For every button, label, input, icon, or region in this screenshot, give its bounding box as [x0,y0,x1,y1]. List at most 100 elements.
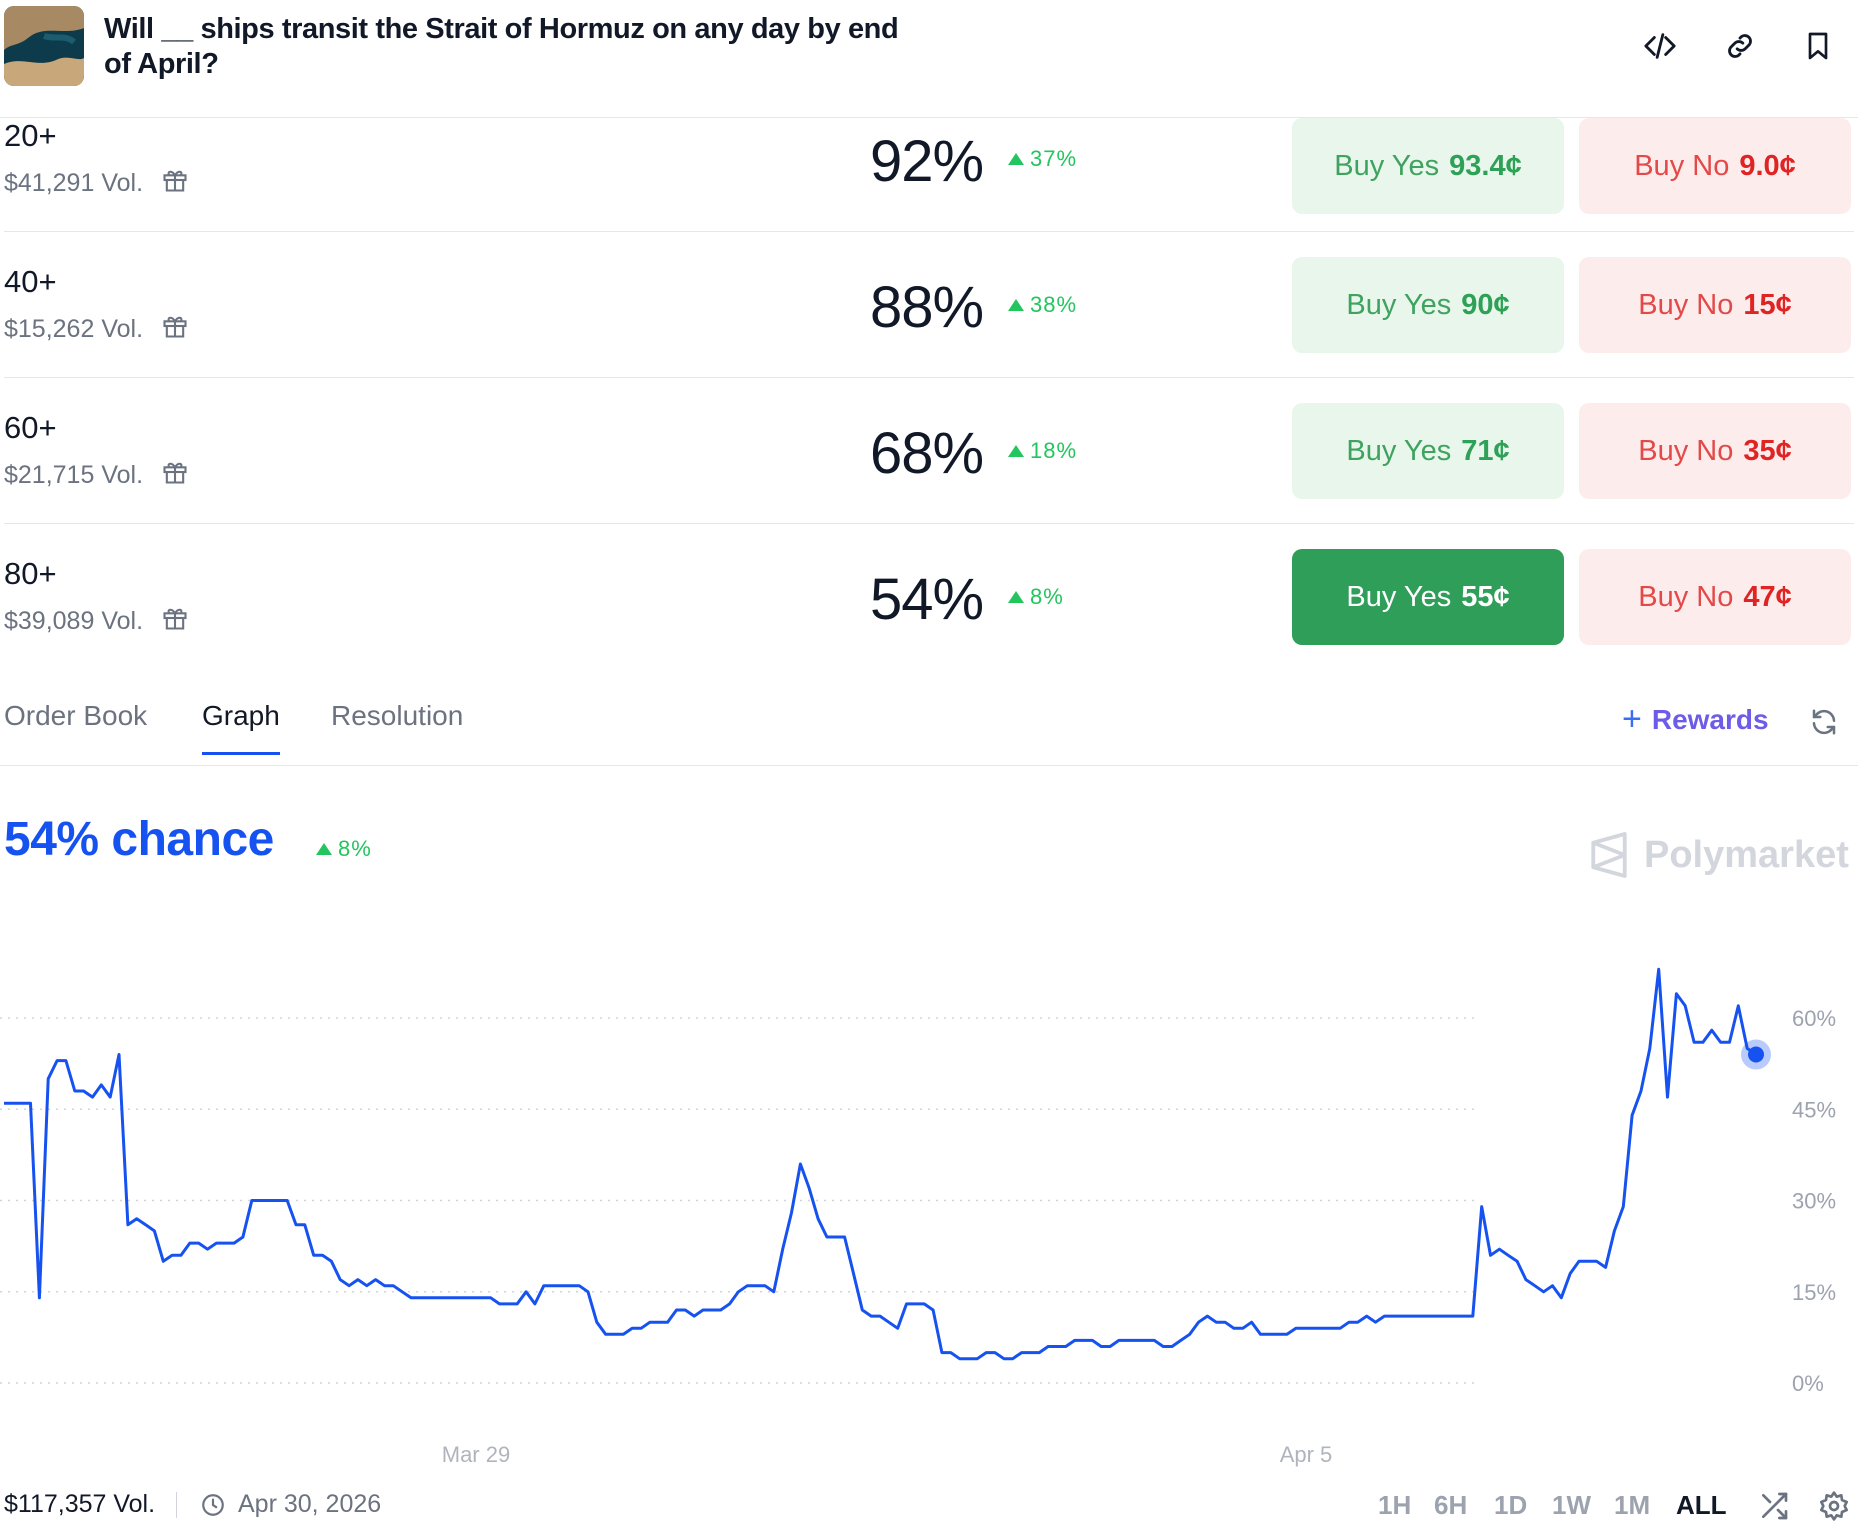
y-tick-label: 45% [1792,1097,1836,1122]
buy-no-price: 35¢ [1743,434,1792,467]
compare-shuffle-icon[interactable] [1754,1486,1794,1526]
gift-icon[interactable] [161,312,189,347]
outcome-label: 60+ [4,410,57,445]
up-arrow-icon [1008,591,1024,603]
gift-icon[interactable] [161,458,189,493]
outcome-percent: 92% [870,129,984,194]
current-chance: 54% chance [4,813,274,866]
outcome-label: 20+ [4,118,57,153]
rewards-label: Rewards [1651,703,1769,735]
outcome-volume: $41,291 Vol. [4,166,189,201]
total-volume: $117,357 Vol. [4,1490,156,1518]
outcome-change: 18% [1008,438,1077,464]
volume-text: $41,291 Vol. [4,169,144,197]
up-arrow-icon [1008,153,1024,165]
tab-resolution[interactable]: Resolution [331,700,463,752]
price-line [4,967,1757,1361]
change-text: 18% [1030,438,1078,463]
buy-yes-price: 71¢ [1461,434,1510,467]
change-text: 37% [1030,146,1078,171]
buy-no-button[interactable]: Buy No 9.0¢ [1579,118,1851,214]
outcome-volume: $39,089 Vol. [4,604,189,639]
buy-no-button[interactable]: Buy No 47¢ [1579,549,1851,645]
buy-yes-button[interactable]: Buy Yes 71¢ [1292,403,1564,499]
outcome-change: 38% [1008,292,1077,318]
volume-text: $15,262 Vol. [4,315,144,343]
end-date: Apr 30, 2026 [200,1490,381,1519]
gift-icon[interactable] [161,166,189,201]
range-all[interactable]: ALL [1676,1490,1727,1521]
detail-tabs: Order Book Graph Resolution + Rewards [0,690,1858,766]
outcome-row-80[interactable]: 80+ $39,089 Vol. 54% 8% Buy Yes 55¢ Buy N… [4,524,1854,670]
range-1d[interactable]: 1D [1494,1490,1527,1521]
outcome-percent: 88% [870,275,984,340]
outcome-volume: $21,715 Vol. [4,458,189,493]
gift-icon[interactable] [161,604,189,639]
outcome-percent: 68% [870,421,984,486]
settings-gear-icon[interactable] [1814,1486,1854,1526]
range-1w[interactable]: 1W [1552,1490,1591,1521]
buy-no-price: 15¢ [1743,288,1792,321]
buy-no-button[interactable]: Buy No 35¢ [1579,403,1851,499]
market-title: Will __ ships transit the Strait of Horm… [104,13,899,80]
buy-no-button[interactable]: Buy No 15¢ [1579,257,1851,353]
up-arrow-icon [1008,299,1024,311]
buy-no-label: Buy No [1638,434,1734,467]
buy-yes-button[interactable]: Buy Yes 55¢ [1292,549,1564,645]
brand-text: Polymarket [1644,833,1849,876]
chance-change: 8% [316,836,372,862]
x-tick-label: Mar 29 [442,1442,510,1467]
up-arrow-icon [316,843,332,855]
x-tick-label: Apr 5 [1280,1442,1333,1467]
buy-yes-price: 55¢ [1461,580,1510,613]
y-tick-label: 30% [1792,1189,1836,1214]
market-thumbnail [4,6,84,86]
buy-no-label: Buy No [1638,288,1734,321]
buy-yes-label: Buy Yes [1346,580,1452,613]
outcome-change: 37% [1008,146,1077,172]
buy-yes-price: 93.4¢ [1449,149,1522,182]
change-text: 38% [1030,292,1078,317]
plus-icon: + [1622,700,1642,738]
range-1h[interactable]: 1H [1378,1490,1411,1521]
price-history-chart[interactable]: 0% 15% 30% 45% 60% Mar 29 Apr 5 [0,940,1858,1480]
outcome-row-20[interactable]: 20+ $41,291 Vol. 92% 37% Buy Yes 93.4¢ Bu… [4,118,1854,232]
buy-no-label: Buy No [1634,149,1730,182]
buy-yes-button[interactable]: Buy Yes 90¢ [1292,257,1564,353]
range-6h[interactable]: 6H [1434,1490,1467,1521]
outcome-label: 40+ [4,264,57,299]
buy-no-price: 9.0¢ [1739,149,1796,182]
range-1m[interactable]: 1M [1614,1490,1650,1521]
outcome-row-60[interactable]: 60+ $21,715 Vol. 68% 18% Buy Yes 71¢ Buy … [4,378,1854,524]
buy-yes-label: Buy Yes [1334,149,1440,182]
rewards-button[interactable]: + Rewards [1622,700,1769,739]
buy-yes-label: Buy Yes [1346,434,1452,467]
embed-code-icon[interactable] [1640,26,1680,66]
outcome-row-40[interactable]: 40+ $15,262 Vol. 88% 38% Buy Yes 90¢ Buy … [4,232,1854,378]
polymarket-watermark: Polymarket [1588,832,1849,878]
up-arrow-icon [1008,445,1024,457]
current-point[interactable] [1748,1046,1764,1063]
outcome-change: 8% [1008,584,1064,610]
buy-yes-button[interactable]: Buy Yes 93.4¢ [1292,118,1564,214]
bookmark-icon[interactable] [1798,26,1838,66]
divider [176,1492,177,1518]
outcome-volume: $15,262 Vol. [4,312,189,347]
end-date-text: Apr 30, 2026 [238,1490,382,1518]
outcome-percent: 54% [870,567,984,632]
y-tick-label: 15% [1792,1280,1836,1305]
buy-no-label: Buy No [1638,580,1734,613]
tab-graph[interactable]: Graph [202,700,280,755]
volume-text: $21,715 Vol. [4,461,144,489]
buy-yes-price: 90¢ [1461,288,1510,321]
tab-order-book[interactable]: Order Book [4,700,147,752]
change-text: 8% [1030,584,1064,609]
market-header: Will __ ships transit the Strait of Horm… [0,0,1858,118]
change-text: 8% [338,836,372,861]
clock-icon [202,1493,224,1516]
outcome-label: 80+ [4,556,57,591]
buy-no-price: 47¢ [1743,580,1792,613]
refresh-icon[interactable] [1804,702,1844,742]
buy-yes-label: Buy Yes [1346,288,1452,321]
link-icon[interactable] [1720,26,1760,66]
